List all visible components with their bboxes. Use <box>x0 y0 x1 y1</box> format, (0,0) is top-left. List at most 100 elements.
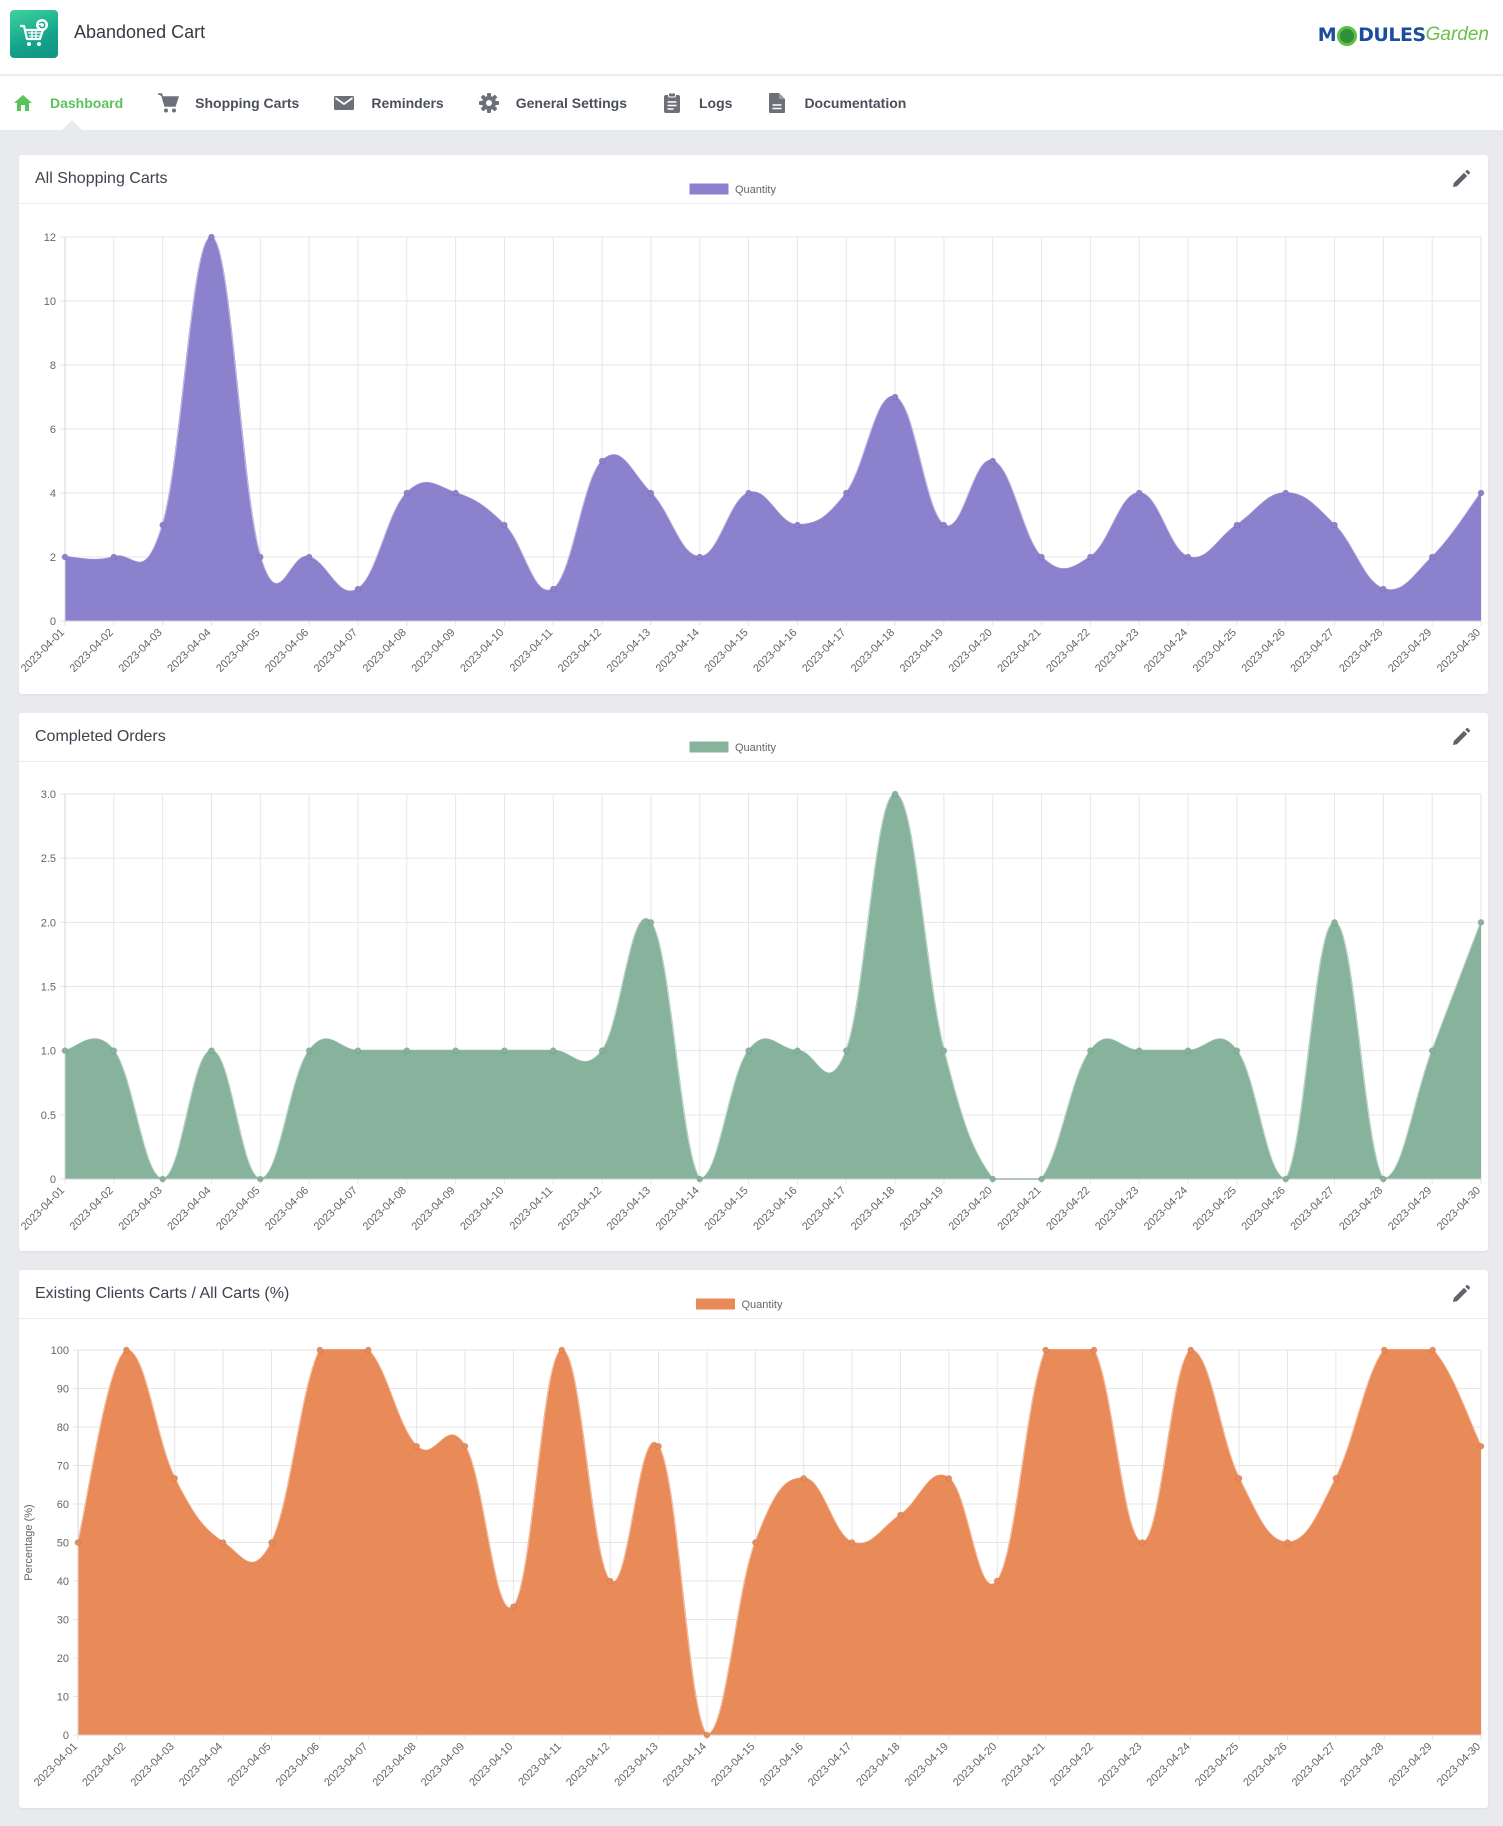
data-point <box>647 918 655 926</box>
nav-item-general-settings[interactable]: General Settings <box>478 92 627 114</box>
x-tick-label: 2023-04-10 <box>458 1185 506 1233</box>
x-tick-label: 2023-04-12 <box>556 627 604 675</box>
brand-text-m: M <box>1317 24 1337 46</box>
y-tick-label: 0.5 <box>41 1110 56 1122</box>
data-point <box>598 457 606 465</box>
nav-item-logs[interactable]: Logs <box>661 92 732 114</box>
data-point <box>1038 1175 1046 1183</box>
x-tick-label: 2023-04-07 <box>312 627 360 675</box>
x-tick-label: 2023-04-25 <box>1193 1741 1241 1789</box>
data-point <box>159 1175 167 1183</box>
chart-card-completed-orders: Completed Orders 0 0.5 1.0 1.5 2.0 2.5 3.0 2023… <box>19 713 1488 1251</box>
y-tick-label: 6 <box>50 424 56 436</box>
data-point <box>842 489 850 497</box>
nav-item-reminders[interactable]: Reminders <box>333 92 444 114</box>
data-point <box>1283 1539 1291 1546</box>
data-point <box>1282 1175 1290 1183</box>
data-point <box>800 1474 808 1482</box>
x-tick-label: 2023-04-14 <box>654 627 702 675</box>
x-tick-label: 2023-04-18 <box>849 627 897 675</box>
x-tick-label: 2023-04-24 <box>1142 1185 1190 1233</box>
data-point <box>461 1442 469 1450</box>
x-tick-label: 2023-04-01 <box>19 1185 67 1233</box>
data-point <box>1331 918 1339 926</box>
nav-label: Dashboard <box>50 95 124 111</box>
x-tick-label: 2023-04-22 <box>1044 627 1092 675</box>
x-tick-label: 2023-04-11 <box>516 1741 564 1789</box>
legend: Quantity <box>695 1297 783 1311</box>
x-tick-label: 2023-04-21 <box>995 627 1043 675</box>
x-tick-label: 2023-04-25 <box>1191 627 1239 675</box>
x-tick-label: 2023-04-01 <box>32 1741 80 1789</box>
nav-item-documentation[interactable]: Documentation <box>766 92 906 114</box>
data-point <box>1332 1474 1340 1482</box>
x-tick-label: 2023-04-24 <box>1142 627 1190 675</box>
x-tick-label: 2023-04-18 <box>854 1741 902 1789</box>
chart-card-all-shopping-carts: All Shopping Carts 0 2 4 6 8 10 12 2023-04-01 20… <box>19 155 1488 694</box>
data-point <box>1138 1539 1146 1546</box>
envelope-icon <box>333 92 355 114</box>
nav-label: Shopping Carts <box>195 95 300 111</box>
data-point <box>1477 489 1485 497</box>
x-tick-label: 2023-04-12 <box>556 1185 604 1233</box>
data-point <box>1235 1474 1243 1482</box>
x-tick-label: 2023-04-13 <box>605 1185 653 1233</box>
nav-item-dashboard[interactable]: Dashboard <box>12 92 123 114</box>
nav-label: Documentation <box>804 95 907 111</box>
y-tick-label: 0 <box>50 1174 56 1186</box>
document-icon <box>766 92 788 114</box>
cart-refresh-icon <box>20 19 48 46</box>
data-point <box>110 553 118 561</box>
data-point <box>647 489 655 497</box>
legend: Quantity <box>688 182 776 196</box>
x-tick-label: 2023-04-03 <box>116 627 164 675</box>
x-tick-label: 2023-04-11 <box>508 627 556 675</box>
data-point <box>1135 1047 1143 1055</box>
data-point <box>500 521 508 529</box>
data-point <box>1428 1047 1436 1055</box>
x-tick-label: 2023-04-08 <box>361 627 409 675</box>
home-icon <box>12 92 34 114</box>
x-tick-label: 2023-04-23 <box>1093 1185 1141 1233</box>
data-point <box>403 1047 411 1055</box>
x-tick-label: 2023-04-04 <box>177 1741 225 1789</box>
data-point <box>74 1539 82 1546</box>
data-point <box>110 1047 118 1055</box>
y-tick-label: 30 <box>57 1615 69 1627</box>
data-point <box>61 1047 69 1055</box>
data-point <box>891 790 899 798</box>
y-tick-label: 60 <box>57 1499 69 1511</box>
data-point <box>606 1577 614 1585</box>
data-point <box>305 1047 313 1055</box>
data-point <box>891 393 899 401</box>
x-tick-label: 2023-04-05 <box>214 627 262 675</box>
x-tick-label: 2023-04-28 <box>1337 627 1385 675</box>
x-tick-label: 2023-04-04 <box>165 627 213 675</box>
legend-swatch <box>688 182 730 196</box>
x-tick-label: 2023-04-30 <box>1435 1185 1483 1233</box>
modulesgarden-logo: M DULES Garden <box>1318 22 1489 48</box>
y-tick-label: 70 <box>57 1461 69 1473</box>
x-tick-label: 2023-04-29 <box>1386 1185 1434 1233</box>
data-point <box>305 553 313 561</box>
x-tick-label: 2023-04-30 <box>1435 627 1483 675</box>
x-tick-label: 2023-04-19 <box>898 627 946 675</box>
x-tick-label: 2023-04-28 <box>1337 1185 1385 1233</box>
data-point <box>1379 585 1387 593</box>
data-point <box>256 553 264 561</box>
data-point <box>364 1346 372 1354</box>
x-tick-label: 2023-04-17 <box>806 1741 854 1789</box>
x-tick-label: 2023-04-05 <box>225 1741 273 1789</box>
data-point <box>509 1603 517 1611</box>
top-bar: Abandoned Cart M DULES Garden <box>0 0 1503 75</box>
data-point <box>403 489 411 497</box>
area-chart-existing-clients-carts: 01020304050607080901002023-04-01 2023-04-… <box>23 1297 1485 1789</box>
data-point <box>354 585 362 593</box>
x-tick-label: 2023-04-20 <box>951 1741 999 1789</box>
y-tick-label: 4 <box>50 488 56 500</box>
x-tick-label: 2023-04-16 <box>751 1185 799 1233</box>
y-tick-label: 90 <box>57 1384 69 1396</box>
data-point <box>696 553 704 561</box>
nav-item-shopping-carts[interactable]: Shopping Carts <box>157 92 299 114</box>
data-point <box>558 1346 566 1354</box>
